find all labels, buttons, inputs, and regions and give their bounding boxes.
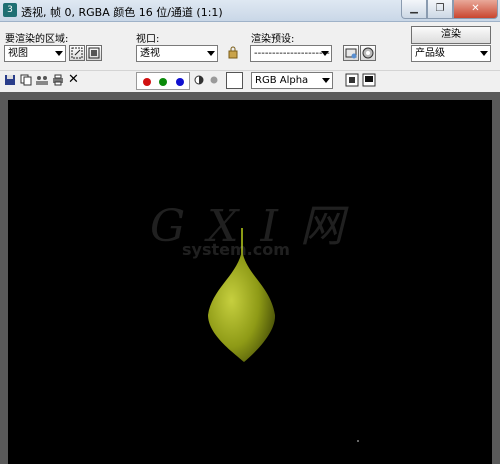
print-icon[interactable] bbox=[52, 74, 64, 86]
mono-icon[interactable] bbox=[193, 74, 205, 86]
edit-region-icon[interactable] bbox=[69, 45, 85, 61]
chevron-down-icon bbox=[321, 51, 329, 56]
preset-select-value: ------------------------- bbox=[254, 48, 330, 59]
viewport-select-value: 透视 bbox=[140, 48, 160, 59]
save-icon[interactable] bbox=[4, 74, 16, 86]
area-select-value: 视图 bbox=[8, 48, 28, 59]
channel-select-value: RGB Alpha bbox=[255, 75, 309, 86]
rendered-object bbox=[208, 228, 359, 442]
display-icon[interactable] bbox=[345, 73, 359, 87]
image-toolbar: ✕ RGB Alpha bbox=[0, 70, 500, 91]
green-channel-icon[interactable] bbox=[159, 78, 167, 86]
chevron-down-icon bbox=[55, 51, 63, 56]
quality-select-value: 产品级 bbox=[415, 48, 445, 59]
red-channel-icon[interactable] bbox=[143, 78, 151, 86]
frame-buffer-icon[interactable] bbox=[362, 73, 376, 87]
area-select[interactable]: 视图 bbox=[4, 45, 66, 62]
object-body bbox=[208, 250, 276, 362]
title-bar: 3 透视, 帧 0, RGBA 颜色 16 位/通道 (1:1) ▁ ❐ ✕ bbox=[0, 0, 500, 22]
watermark: G X I 网 system.com bbox=[150, 190, 348, 259]
channel-select[interactable]: RGB Alpha bbox=[251, 72, 333, 89]
clone-window-icon[interactable] bbox=[35, 74, 48, 86]
minimize-button[interactable]: ▁ bbox=[401, 0, 427, 19]
close-button[interactable]: ✕ bbox=[453, 0, 498, 19]
window-title: 透视, 帧 0, RGBA 颜色 16 位/通道 (1:1) bbox=[21, 6, 223, 19]
chevron-down-icon bbox=[322, 78, 330, 83]
viewport-select[interactable]: 透视 bbox=[136, 45, 218, 62]
channel-toggles bbox=[136, 72, 190, 90]
quality-select[interactable]: 产品级 bbox=[411, 45, 491, 62]
alpha-dot-icon[interactable] bbox=[208, 74, 220, 86]
chevron-down-icon bbox=[480, 51, 488, 56]
clear-icon[interactable]: ✕ bbox=[68, 73, 80, 86]
watermark-small: system.com bbox=[182, 240, 290, 259]
auto-region-icon[interactable] bbox=[86, 45, 102, 61]
maximize-button[interactable]: ❐ bbox=[427, 0, 453, 19]
speck bbox=[357, 440, 359, 442]
render-setup-icon[interactable] bbox=[343, 45, 359, 61]
render-button[interactable]: 渲染 bbox=[411, 26, 491, 44]
preset-select[interactable]: ------------------------- bbox=[250, 45, 332, 62]
render-viewport bbox=[8, 100, 492, 464]
environment-icon[interactable] bbox=[360, 45, 376, 61]
viewport-label: 视口: bbox=[136, 34, 160, 45]
area-label: 要渲染的区域: bbox=[5, 34, 69, 45]
render-frame-toolbar: 要渲染的区域: 视图 视口: 透视 渲染预设: ----------------… bbox=[0, 22, 500, 92]
color-swatch[interactable] bbox=[226, 72, 243, 89]
lock-icon[interactable] bbox=[226, 45, 242, 61]
preset-label: 渲染预设: bbox=[251, 34, 295, 45]
3ds-max-icon: 3 bbox=[3, 3, 17, 17]
blue-channel-icon[interactable] bbox=[176, 78, 184, 86]
chevron-down-icon bbox=[207, 51, 215, 56]
copy-icon[interactable] bbox=[20, 74, 32, 86]
